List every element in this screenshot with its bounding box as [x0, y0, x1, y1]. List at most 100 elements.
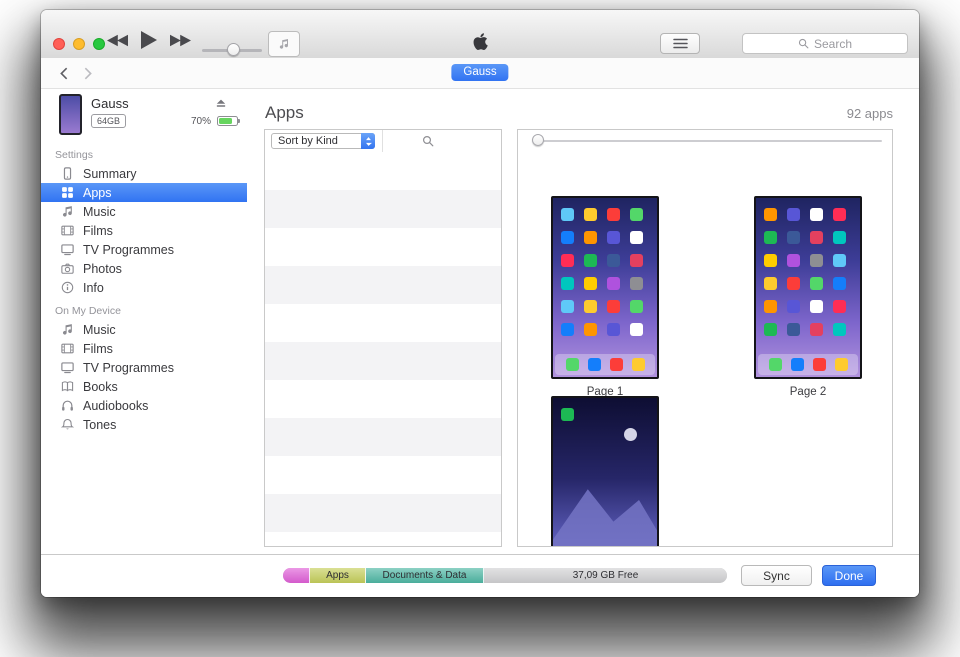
- battery-fill: [219, 118, 233, 124]
- app-icon: [584, 231, 597, 244]
- app-icon: [630, 277, 643, 290]
- sidebar-item-label: Info: [83, 280, 104, 295]
- sidebar-item-label: Tones: [83, 417, 117, 432]
- sidebar-item-tv-programmes[interactable]: TV Programmes: [41, 358, 247, 377]
- app-icon: [810, 323, 823, 336]
- sidebar-item-label: Music: [83, 322, 116, 337]
- zoom-button[interactable]: [93, 38, 105, 50]
- capacity-segment-37-09-gb-free: 37,09 GB Free: [484, 568, 727, 583]
- back-button[interactable]: [57, 66, 71, 80]
- search-input[interactable]: Search: [742, 33, 908, 54]
- search-placeholder: Search: [813, 36, 853, 51]
- app-icon: [833, 208, 846, 221]
- dock-app-icon: [768, 358, 782, 371]
- home-screen-wallpaper: [553, 398, 657, 546]
- app-icon: [607, 231, 620, 244]
- rewind-button[interactable]: [107, 34, 128, 47]
- sidebar-item-tv-programmes[interactable]: TV Programmes: [41, 240, 247, 259]
- fast-forward-button[interactable]: [170, 34, 191, 47]
- sidebar-item-info[interactable]: Info: [41, 278, 247, 297]
- audiobooks-icon: [61, 399, 74, 412]
- app-icon: [561, 254, 574, 267]
- app-icon: [787, 277, 800, 290]
- chevron-right-icon: [84, 67, 92, 79]
- transport-controls: [107, 31, 191, 49]
- device-button[interactable]: Gauss: [451, 64, 509, 81]
- sidebar-item-photos[interactable]: Photos: [41, 259, 247, 278]
- sidebar-item-music[interactable]: Music: [41, 320, 247, 339]
- moon-graphic: [624, 428, 637, 441]
- app-icon: [561, 408, 574, 421]
- info-icon: [61, 281, 74, 294]
- app-icon: [584, 277, 597, 290]
- capacity-bar: Apps Documents & Data 37,09 GB Free: [283, 568, 727, 583]
- home-screen-thumbnail[interactable]: [754, 196, 862, 379]
- app-icon: [764, 300, 777, 313]
- page-label: Page 2: [789, 386, 827, 398]
- app-icon: [607, 277, 620, 290]
- window-body: Gauss 64GB 70% Settings Summary Apps Music F…: [41, 89, 919, 555]
- sidebar-item-music[interactable]: Music: [41, 202, 247, 221]
- play-button[interactable]: [141, 31, 157, 49]
- apps-search-button[interactable]: [383, 135, 501, 147]
- sidebar-item-books[interactable]: Books: [41, 377, 247, 396]
- capacity-segment-label: Documents & Data: [382, 570, 467, 581]
- dock-app-icon: [609, 358, 623, 371]
- capacity-segment-apps: Apps: [310, 568, 366, 583]
- dock-app-icon: [812, 358, 826, 371]
- rewind-icon: [107, 34, 128, 46]
- dropdown-stepper-icon: [361, 133, 375, 149]
- capacity-segment-label: Apps: [326, 570, 349, 581]
- app-icon: [607, 323, 620, 336]
- eject-icon[interactable]: [215, 96, 227, 108]
- sidebar-item-label: Audiobooks: [83, 398, 149, 413]
- sidebar-item-label: Music: [83, 204, 116, 219]
- device-capacity-badge: 64GB: [91, 114, 127, 128]
- sidebar-item-films[interactable]: Films: [41, 221, 247, 240]
- volume-slider[interactable]: [202, 43, 262, 57]
- apps-list-empty-rows: [265, 152, 501, 546]
- photos-icon: [61, 262, 74, 275]
- app-icon: [584, 254, 597, 267]
- app-icon: [810, 277, 823, 290]
- search-icon: [798, 38, 809, 49]
- minimize-button[interactable]: [73, 38, 85, 50]
- sidebar-item-label: Books: [83, 379, 118, 394]
- sidebar-item-audiobooks[interactable]: Audiobooks: [41, 396, 247, 415]
- navigation-bar: Gauss: [41, 58, 919, 89]
- sort-dropdown[interactable]: Sort by Kind: [271, 133, 375, 149]
- films-icon: [61, 342, 74, 355]
- dock-app-icon: [565, 358, 579, 371]
- device-card[interactable]: Gauss 64GB 70%: [41, 89, 247, 141]
- sidebar-item-films[interactable]: Films: [41, 339, 247, 358]
- capacity-segment-documents-data: Documents & Data: [366, 568, 484, 583]
- done-button[interactable]: Done: [822, 565, 876, 586]
- books-icon: [61, 380, 74, 393]
- sidebar-item-summary[interactable]: Summary: [41, 164, 247, 183]
- app-icon: [833, 254, 846, 267]
- tones-icon: [61, 418, 74, 431]
- sidebar-item-tones[interactable]: Tones: [41, 415, 247, 434]
- tv-icon: [61, 361, 74, 374]
- home-screen-thumbnail[interactable]: [551, 196, 659, 379]
- close-button[interactable]: [53, 38, 65, 50]
- app-icon: [584, 323, 597, 336]
- zoom-slider[interactable]: [518, 130, 892, 152]
- app-icon: [810, 208, 823, 221]
- sidebar-item-label: Films: [83, 341, 113, 356]
- home-screen-wallpaper: [756, 198, 860, 377]
- sidebar-item-apps[interactable]: Apps: [41, 183, 247, 202]
- zoom-slider-track: [532, 140, 882, 142]
- dock-app-icon: [631, 358, 645, 371]
- volume-knob[interactable]: [227, 43, 240, 56]
- view-options-button[interactable]: [660, 33, 700, 54]
- app-icon: [630, 208, 643, 221]
- home-screen-pages: Page 1 Page 2: [518, 152, 892, 546]
- sync-button[interactable]: Sync: [741, 565, 812, 586]
- music-icon: [61, 323, 74, 336]
- app-icon: [787, 254, 800, 267]
- zoom-slider-knob[interactable]: [532, 134, 544, 146]
- app-icon: [607, 254, 620, 267]
- forward-button[interactable]: [81, 66, 95, 80]
- home-screen-thumbnail[interactable]: [551, 396, 659, 546]
